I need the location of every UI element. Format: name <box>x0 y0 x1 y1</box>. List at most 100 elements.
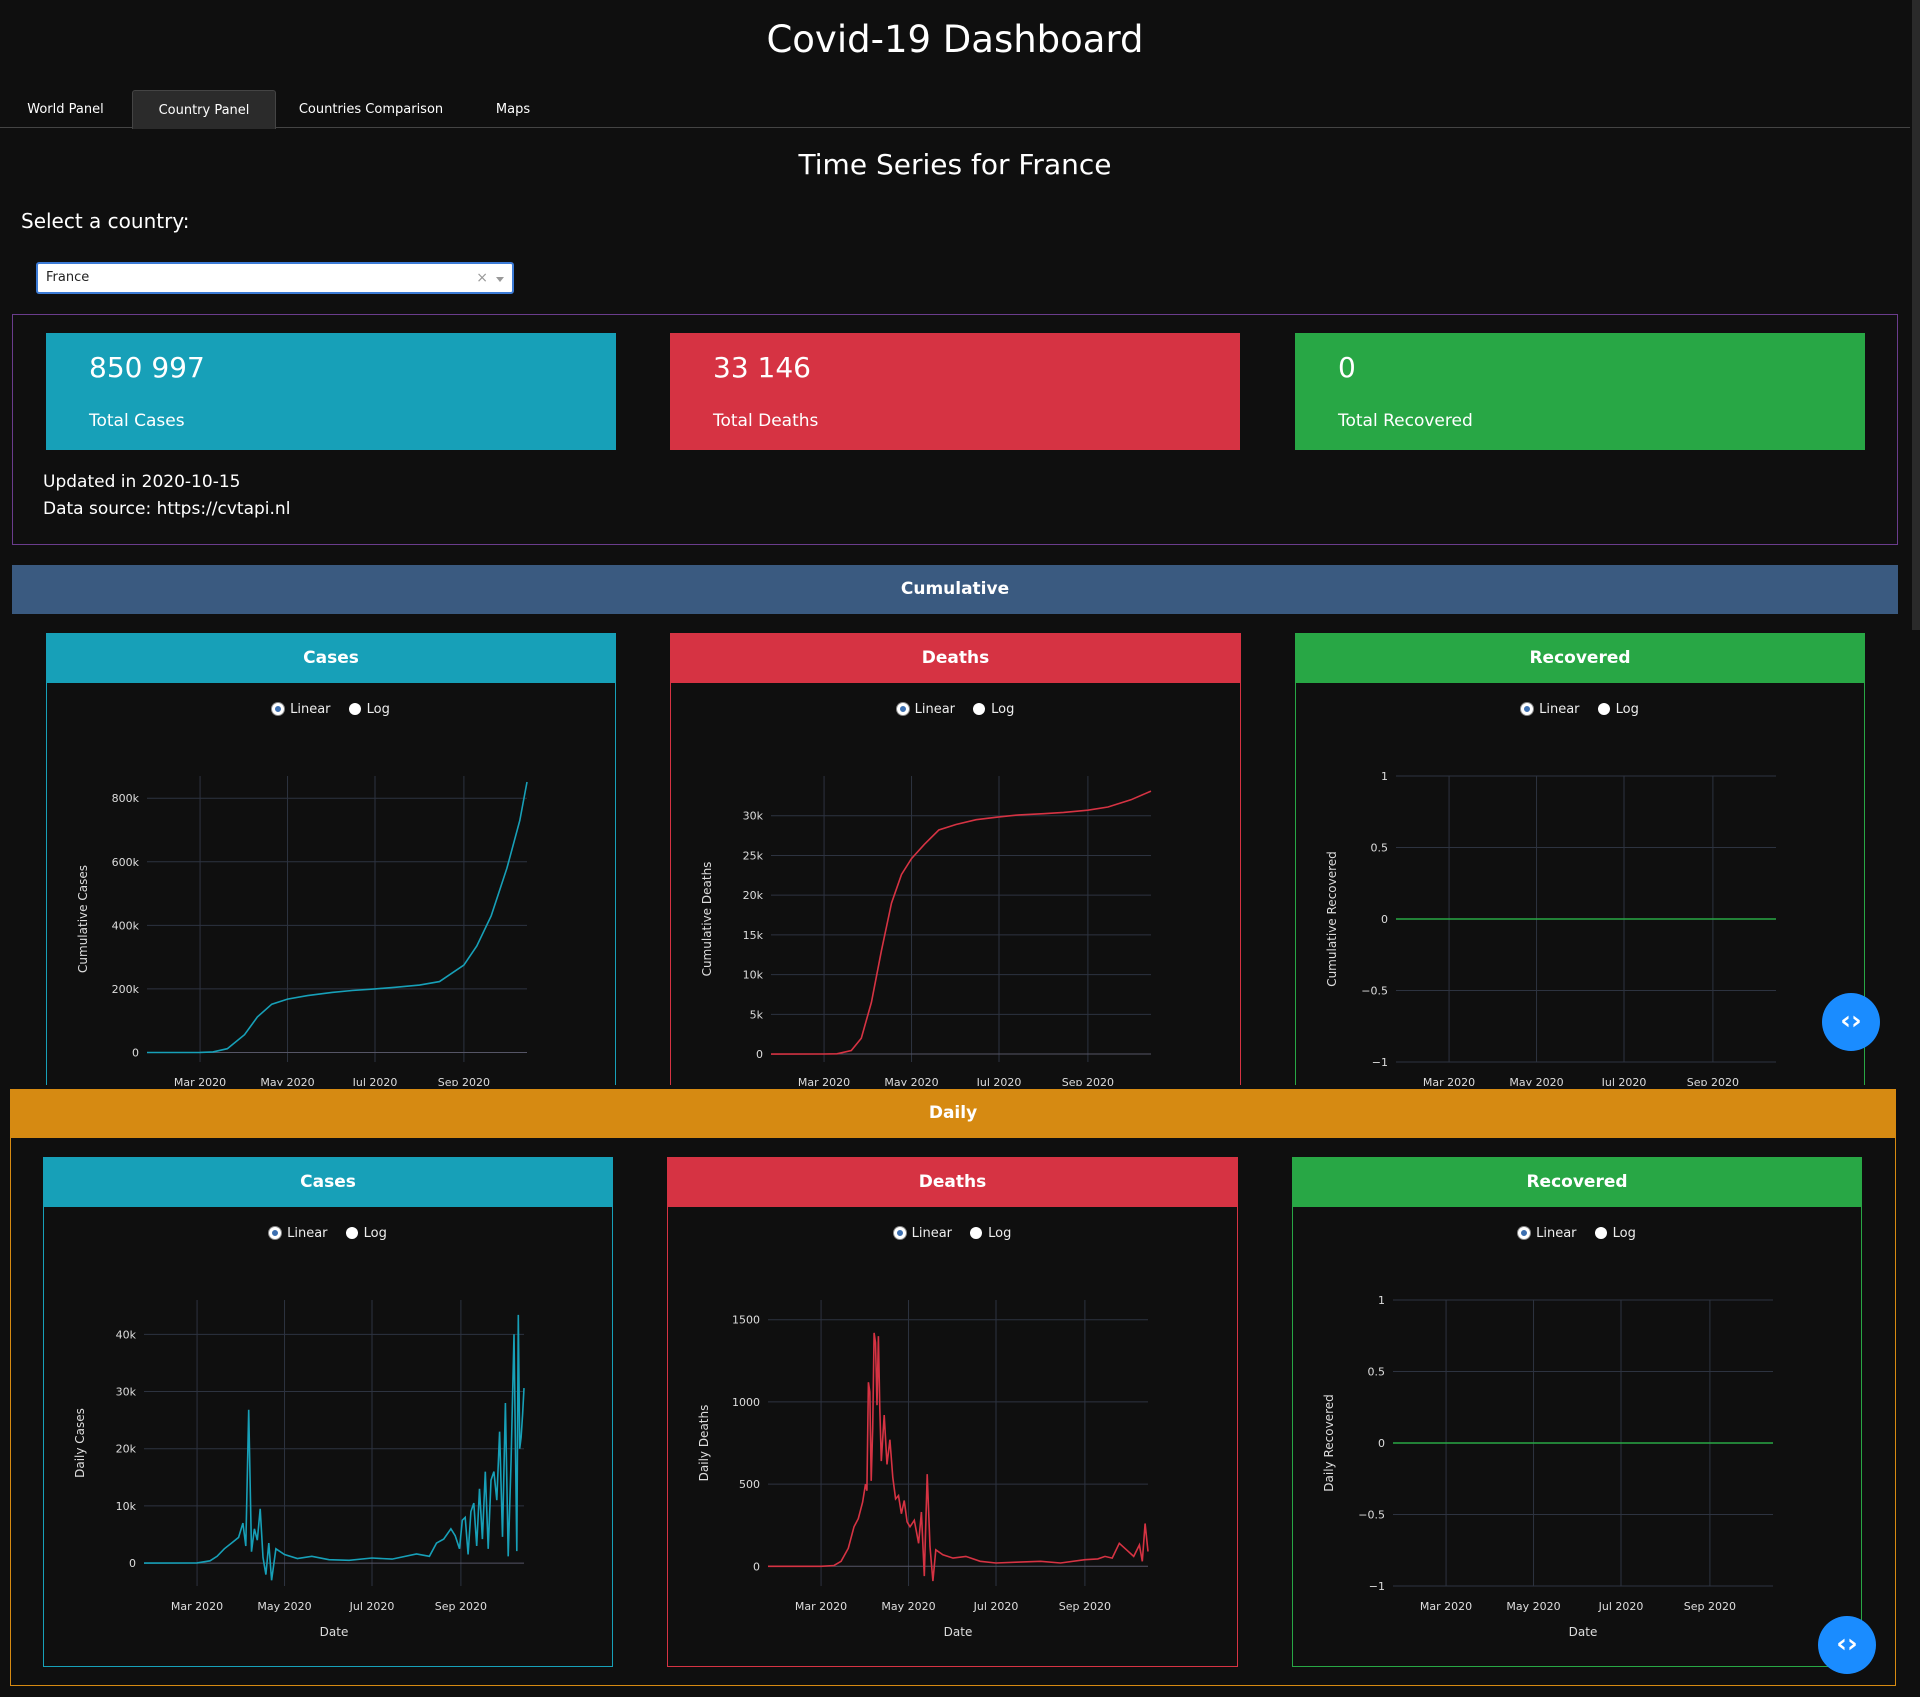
y-tick-label: 1 <box>1381 770 1388 783</box>
total-cases-value: 850 997 <box>89 351 205 384</box>
daily-recovered-chart[interactable]: Mar 2020 May 2020 Jul 2020 Sep 2020 −1 −0.5 0 0… <box>1293 1158 1863 1668</box>
code-brackets-icon[interactable]: ‹› <box>1822 993 1880 1051</box>
total-recovered-value: 0 <box>1338 351 1356 384</box>
x-tick-label: May 2020 <box>1509 1076 1563 1086</box>
clear-icon[interactable]: × <box>476 264 488 292</box>
y-tick-label: −1 <box>1369 1580 1385 1593</box>
y-tick-label: 10k <box>116 1500 137 1513</box>
scrollbar[interactable] <box>1912 0 1920 630</box>
cumulative-deaths-chart[interactable]: Mar 2020 May 2020 Jul 2020 Sep 2020 0 5k 10k 15… <box>671 634 1242 1086</box>
series-line <box>146 781 528 1054</box>
y-tick-label: 0 <box>132 1046 139 1059</box>
tab-countries-comparison[interactable]: Countries Comparison <box>278 90 464 128</box>
x-tick-label: Mar 2020 <box>798 1076 850 1086</box>
x-tick-label: Sep 2020 <box>438 1076 490 1086</box>
daily-header: Daily <box>10 1089 1896 1138</box>
y-tick-label: 15k <box>743 929 764 942</box>
x-tick-label: May 2020 <box>1506 1600 1560 1613</box>
x-axis-title: Date <box>944 1625 973 1639</box>
tab-maps[interactable]: Maps <box>466 90 560 128</box>
chevron-down-icon[interactable] <box>496 277 504 282</box>
y-tick-label: 0 <box>1378 1437 1385 1450</box>
x-tick-label: Mar 2020 <box>1423 1076 1475 1086</box>
series-line <box>768 1332 1149 1582</box>
daily-cases-chart[interactable]: Mar 2020 May 2020 Jul 2020 Sep 2020 0 10k 20k 3… <box>44 1158 614 1668</box>
total-recovered-label: Total Recovered <box>1338 411 1473 431</box>
y-tick-label: 400k <box>112 919 140 932</box>
x-tick-label: Mar 2020 <box>795 1600 847 1613</box>
y-tick-label: 500 <box>739 1478 760 1491</box>
x-tick-label: Mar 2020 <box>1420 1600 1472 1613</box>
total-cases-card: 850 997 Total Cases <box>46 333 616 450</box>
total-deaths-card: 33 146 Total Deaths <box>670 333 1240 450</box>
x-tick-label: Jul 2020 <box>1598 1600 1644 1613</box>
x-tick-label: May 2020 <box>257 1600 311 1613</box>
x-tick-label: Jul 2020 <box>973 1600 1019 1613</box>
y-tick-label: −1 <box>1372 1056 1388 1069</box>
y-tick-label: 200k <box>112 983 140 996</box>
y-tick-label: 0.5 <box>1368 1366 1386 1379</box>
x-tick-label: May 2020 <box>260 1076 314 1086</box>
cumulative-header: Cumulative <box>12 565 1898 614</box>
data-source-text: Data source: https://cvtapi.nl <box>43 499 291 519</box>
y-axis-title: Daily Deaths <box>697 1405 711 1482</box>
total-deaths-label: Total Deaths <box>713 411 819 431</box>
x-tick-label: Sep 2020 <box>1684 1600 1736 1613</box>
y-tick-label: 25k <box>743 849 764 862</box>
y-tick-label: 600k <box>112 856 140 869</box>
country-select-label: Select a country: <box>21 209 190 233</box>
daily-deaths-chart[interactable]: Mar 2020 May 2020 Jul 2020 Sep 2020 0 500 1000… <box>668 1158 1239 1668</box>
y-tick-label: −0.5 <box>1358 1509 1385 1522</box>
updated-text: Updated in 2020-10-15 <box>43 472 241 492</box>
country-dropdown[interactable]: France × <box>36 262 514 294</box>
x-tick-label: Mar 2020 <box>174 1076 226 1086</box>
page-title: Covid-19 Dashboard <box>766 18 1144 61</box>
y-tick-label: 20k <box>743 889 764 902</box>
y-axis-title: Cumulative Deaths <box>700 862 714 977</box>
tab-bar: World Panel Country Panel Countries Comp… <box>0 90 1910 129</box>
cumulative-cases-panel: Cases Linear Log Mar 2020 May 2020 Jul 202… <box>46 633 617 1086</box>
cumulative-deaths-panel: Deaths Linear Log Mar 2020 May 2020 Jul 20… <box>670 633 1242 1086</box>
y-tick-label: 0 <box>1381 913 1388 926</box>
total-recovered-card: 0 Total Recovered <box>1295 333 1865 450</box>
y-tick-label: 1 <box>1378 1294 1385 1307</box>
daily-recovered-panel: Recovered Linear Log Mar 2020 May 2020 Jul… <box>1292 1157 1862 1667</box>
total-cases-label: Total Cases <box>89 411 185 431</box>
x-tick-label: Sep 2020 <box>1687 1076 1739 1086</box>
cumulative-recovered-chart[interactable]: Mar 2020 May 2020 Jul 2020 Sep 2020 −1 −0.5 0 0… <box>1296 634 1866 1086</box>
cumulative-cases-chart[interactable]: Mar 2020 May 2020 Jul 2020 Sep 2020 0 200k 400… <box>47 634 617 1086</box>
x-tick-label: May 2020 <box>881 1600 935 1613</box>
total-deaths-value: 33 146 <box>713 351 811 384</box>
y-tick-label: 20k <box>116 1443 137 1456</box>
series-line <box>143 1314 525 1581</box>
y-tick-label: 1000 <box>732 1396 760 1409</box>
x-tick-label: Jul 2020 <box>976 1076 1022 1086</box>
x-tick-label: Jul 2020 <box>349 1600 395 1613</box>
x-tick-label: Sep 2020 <box>1062 1076 1114 1086</box>
x-tick-label: May 2020 <box>884 1076 938 1086</box>
daily-cases-panel: Cases Linear Log Mar 2020 May 2020 Jul 202… <box>43 1157 613 1667</box>
y-axis-title: Cumulative Recovered <box>1325 851 1339 987</box>
y-tick-label: 40k <box>116 1328 137 1341</box>
y-tick-label: 0 <box>756 1048 763 1061</box>
y-tick-label: 30k <box>116 1386 137 1399</box>
x-tick-label: Jul 2020 <box>1601 1076 1647 1086</box>
tab-country-panel[interactable]: Country Panel <box>132 90 276 129</box>
y-tick-label: 10k <box>743 969 764 982</box>
daily-deaths-panel: Deaths Linear Log Mar 2020 May 2020 Jul 20… <box>667 1157 1238 1667</box>
y-tick-label: 5k <box>750 1008 764 1021</box>
code-brackets-icon[interactable]: ‹› <box>1818 1616 1876 1674</box>
x-tick-label: Mar 2020 <box>171 1600 223 1613</box>
y-axis-title: Cumulative Cases <box>76 865 90 973</box>
y-tick-label: 1500 <box>732 1314 760 1327</box>
x-tick-label: Sep 2020 <box>435 1600 487 1613</box>
x-axis-title: Date <box>320 1625 349 1639</box>
y-tick-label: −0.5 <box>1361 985 1388 998</box>
y-tick-label: 0 <box>753 1560 760 1573</box>
tab-world-panel[interactable]: World Panel <box>0 90 131 128</box>
y-tick-label: 30k <box>743 810 764 823</box>
y-axis-title: Daily Cases <box>73 1408 87 1478</box>
y-tick-label: 0 <box>129 1557 136 1570</box>
country-dropdown-value: France <box>46 270 90 285</box>
y-tick-label: 0.5 <box>1371 842 1389 855</box>
